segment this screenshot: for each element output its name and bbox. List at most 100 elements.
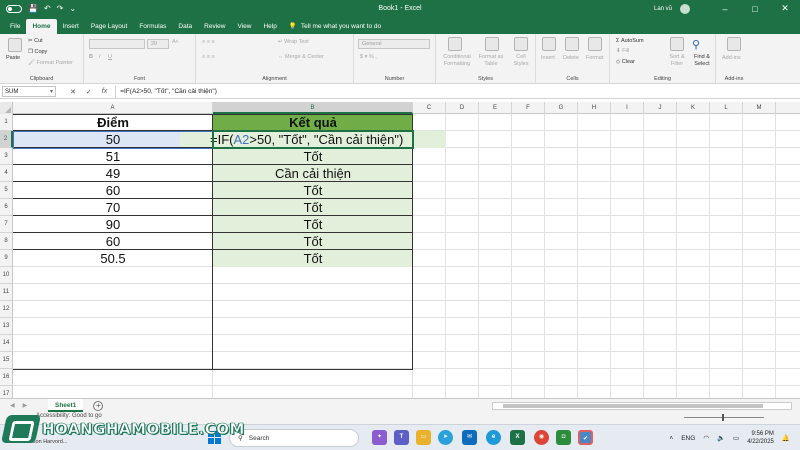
cell-result[interactable]: Tốt [213, 250, 413, 267]
delete-cells-icon[interactable] [565, 37, 579, 51]
cell-score[interactable]: 51 [13, 148, 213, 165]
spreadsheet-grid[interactable]: A B C D E F G H I J K L M 1 2 3 4 5 6 7 8 9 10 11 1… [0, 102, 800, 398]
cell-result[interactable]: Tốt [213, 216, 413, 233]
format-button[interactable]: Format [586, 55, 603, 61]
column-header-g[interactable]: G [545, 102, 578, 114]
cell-result[interactable]: Cần cải thiện [213, 165, 413, 182]
enter-icon[interactable]: ✓ [86, 88, 92, 96]
paste-button[interactable]: Paste [6, 55, 20, 61]
format-table-icon[interactable] [485, 37, 499, 51]
column-header-h[interactable]: H [578, 102, 611, 114]
cell-b1[interactable]: Kết quả [213, 114, 413, 131]
delete-button[interactable]: Delete [563, 55, 579, 61]
cancel-icon[interactable]: ✕ [70, 88, 76, 96]
maximize-button[interactable]: □ [740, 0, 770, 17]
wrap-text-button[interactable]: ↵ Wrap Text [278, 39, 309, 45]
format-as-table-button[interactable]: Format as Table [476, 54, 506, 68]
tab-file[interactable]: File [4, 19, 26, 34]
column-header-j[interactable]: J [644, 102, 677, 114]
file-explorer-icon[interactable]: ▭ [416, 430, 431, 445]
taskbar-search[interactable]: ⚲ Search [229, 429, 359, 447]
insert-button[interactable]: Insert [541, 55, 555, 61]
chevron-up-icon[interactable]: ˄ [669, 435, 673, 442]
cell-styles-button[interactable]: Cell Styles [509, 54, 533, 68]
undo-icon[interactable]: ↶ [44, 4, 51, 13]
row-header[interactable]: 11 [0, 284, 13, 301]
save-icon[interactable]: 💾 [28, 4, 38, 13]
row-header[interactable]: 17 [0, 386, 13, 398]
language-indicator[interactable]: ENG [681, 435, 695, 442]
cell-score[interactable]: 50.5 [13, 250, 213, 267]
close-button[interactable]: ✕ [770, 0, 800, 17]
conditional-formatting-button[interactable]: Conditional Formatting [440, 54, 474, 68]
row-header[interactable]: 3 [0, 148, 13, 165]
row-header[interactable]: 1 [0, 114, 13, 131]
add-sheet-button[interactable]: + [93, 400, 104, 411]
align-top-icon[interactable]: ≡ ≡ ≡ [202, 39, 215, 45]
fill-button[interactable]: ⬇ Fill [616, 48, 629, 54]
conditional-formatting-icon[interactable] [448, 37, 462, 51]
scrollbar-thumb[interactable] [503, 404, 763, 408]
column-header-i[interactable]: I [611, 102, 644, 114]
font-name-dropdown[interactable] [89, 39, 145, 49]
row-header[interactable]: 6 [0, 199, 13, 216]
cell-a1[interactable]: Điểm [13, 114, 213, 131]
cell-styles-icon[interactable] [514, 37, 528, 51]
user-name[interactable]: Lan vũ [654, 6, 672, 12]
cell-score[interactable]: 60 [13, 233, 213, 250]
select-all-corner[interactable] [0, 102, 13, 114]
currency-icon[interactable]: $ ▾ % , [360, 54, 377, 60]
find-select-button[interactable]: Find & Select [690, 54, 714, 68]
tab-review[interactable]: Review [198, 19, 231, 34]
clock[interactable]: 9:56 PM 4/22/2025 [747, 430, 774, 446]
avatar[interactable] [680, 3, 690, 14]
row-header[interactable]: 2 [0, 131, 13, 148]
column-header-f[interactable]: F [512, 102, 545, 114]
tab-view[interactable]: View [231, 19, 257, 34]
cell-score[interactable]: 70 [13, 199, 213, 216]
cell-result[interactable]: Tốt [213, 233, 413, 250]
telegram-icon[interactable]: ➤ [438, 430, 453, 445]
format-painter-button[interactable]: 🖌 Format Painter [28, 60, 73, 66]
mail-icon[interactable]: ✉ [462, 430, 477, 445]
tab-data[interactable]: Data [172, 19, 198, 34]
clear-button[interactable]: ◇ Clear [616, 59, 635, 65]
italic-button[interactable]: I [99, 54, 101, 60]
cell-b2-editing[interactable]: =IF(A2>50, "Tốt", "Cần cải thiện") [180, 131, 446, 148]
tab-help[interactable]: Help [257, 19, 282, 34]
meet-icon[interactable]: ◘ [556, 430, 571, 445]
tell-me-search[interactable]: 💡 Tell me what you want to do [283, 19, 387, 34]
row-header[interactable]: 12 [0, 301, 13, 318]
sheet-prev-icon[interactable]: ◀ [10, 402, 15, 409]
tab-home[interactable]: Home [26, 19, 57, 34]
sheet-next-icon[interactable]: ▶ [23, 402, 28, 409]
font-grow-icon[interactable]: A˄ [172, 39, 179, 45]
copy-button[interactable]: ❐ Copy [28, 49, 47, 55]
sort-filter-icon[interactable] [670, 37, 684, 51]
horizontal-scrollbar[interactable] [492, 402, 792, 410]
row-header[interactable]: 13 [0, 318, 13, 335]
formula-input[interactable]: =IF(A2>50, "Tốt", "Cần cải thiện") [115, 84, 800, 99]
bold-button[interactable]: B [89, 54, 93, 60]
excel-taskbar-icon[interactable]: X [510, 430, 525, 445]
paste-icon[interactable] [8, 38, 22, 52]
row-header[interactable]: 4 [0, 165, 13, 182]
number-format-dropdown[interactable]: General [358, 39, 430, 49]
insert-cells-icon[interactable] [542, 37, 556, 51]
addins-icon[interactable] [727, 37, 741, 51]
teams-icon[interactable]: T [394, 430, 409, 445]
tab-page-layout[interactable]: Page Layout [85, 19, 134, 34]
volume-icon[interactable]: 🔈 [717, 434, 725, 442]
zoom-slider[interactable] [684, 417, 764, 418]
fx-icon[interactable]: fx [102, 88, 107, 96]
autosave-toggle[interactable] [6, 4, 22, 13]
copilot-icon[interactable]: ✦ [372, 430, 387, 445]
redo-icon[interactable]: ↷ [57, 4, 64, 13]
row-header[interactable]: 5 [0, 182, 13, 199]
column-header-k[interactable]: K [677, 102, 710, 114]
sheet-tab-sheet1[interactable]: Sheet1 [48, 399, 84, 412]
cell-result[interactable]: Tốt [213, 182, 413, 199]
row-header[interactable]: 9 [0, 250, 13, 267]
row-header[interactable]: 8 [0, 233, 13, 250]
sort-filter-button[interactable]: Sort & Filter [664, 54, 690, 68]
